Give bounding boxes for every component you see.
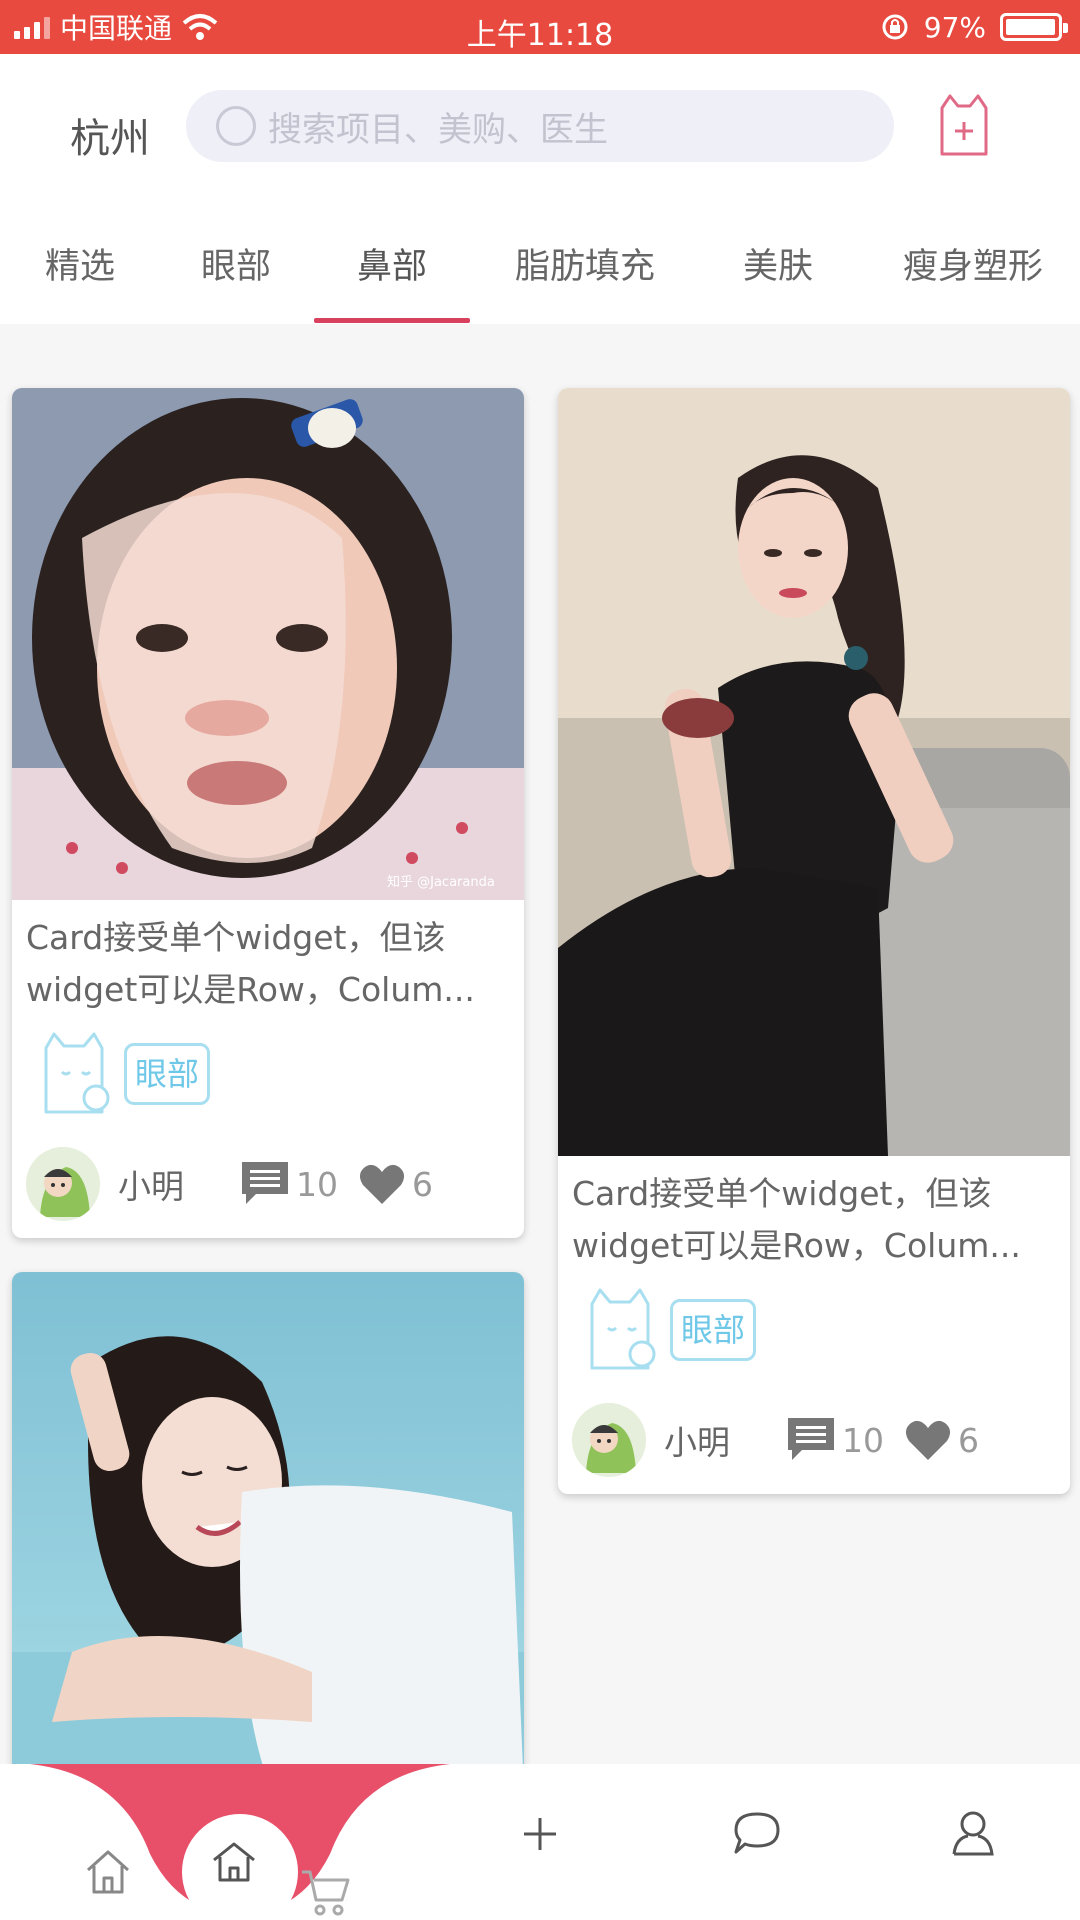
tab-jingxuan[interactable]: 精选 <box>42 238 118 318</box>
chat-icon[interactable] <box>732 1810 782 1856</box>
cat-mascot-icon <box>590 1288 656 1370</box>
like-count: 6 <box>412 1164 433 1204</box>
status-right: 97% <box>880 0 1068 54</box>
post-card[interactable]: Card接受单个widget，但该 widget可以是Row，Colum... … <box>558 388 1070 1494</box>
post-image <box>558 388 1070 1156</box>
post-title-line: widget可以是Row，Colum... <box>26 970 475 1009</box>
tag-badge[interactable]: 眼部 <box>124 1043 211 1105</box>
comment-icon[interactable] <box>786 1416 836 1464</box>
comment-count: 10 <box>296 1164 338 1204</box>
author-name[interactable]: 小明 <box>118 1160 184 1208</box>
category-tabs: 精选 眼部 鼻部 脂肪填充 美肤 瘦身塑形 <box>0 186 1080 287</box>
tab-fat-filling[interactable]: 脂肪填充 <box>510 238 660 318</box>
post-title: Card接受单个widget，但该 widget可以是Row，Colum... <box>26 912 504 1016</box>
orientation-lock-icon <box>882 14 908 40</box>
post-image <box>12 1272 524 1792</box>
image-watermark: 知乎 @Jacaranda <box>387 874 495 890</box>
tag-row: 眼部 <box>40 1032 211 1116</box>
battery-fill <box>1006 19 1055 35</box>
profile-icon[interactable] <box>950 1808 996 1858</box>
avatar[interactable] <box>572 1403 646 1477</box>
tag-row: 眼部 <box>586 1288 757 1372</box>
battery-icon <box>1000 13 1068 41</box>
avatar-image <box>26 1147 100 1221</box>
heart-icon[interactable] <box>358 1162 406 1206</box>
post-title-line: Card接受单个widget，但该 <box>572 1174 992 1213</box>
post-card[interactable]: 知乎 @Jacaranda Card接受单个widget，但该 widget可以… <box>12 388 524 1238</box>
active-tab-indicator <box>314 318 470 323</box>
search-bar[interactable]: 搜索项目、美购、医生 <box>186 90 894 162</box>
city-selector[interactable]: 杭州 <box>70 106 150 164</box>
tab-body-sculpt[interactable]: 瘦身塑形 <box>898 238 1048 318</box>
post-image: 知乎 @Jacaranda <box>12 388 524 900</box>
cat-add-icon[interactable] <box>938 94 990 160</box>
tab-nose[interactable]: 鼻部 <box>354 238 430 318</box>
post-title-line: Card接受单个widget，但该 <box>26 918 446 957</box>
tag-badge[interactable]: 眼部 <box>670 1299 757 1361</box>
search-placeholder: 搜索项目、美购、医生 <box>268 109 608 150</box>
avatar-image <box>572 1403 646 1477</box>
post-meta: 小明 10 6 <box>26 1144 514 1224</box>
comment-count: 10 <box>842 1420 884 1460</box>
tab-skin[interactable]: 美肤 <box>740 238 816 318</box>
status-bar: 中国联通 上午11:18 97% <box>0 0 1080 54</box>
like-count: 6 <box>958 1420 979 1460</box>
post-meta: 小明 10 6 <box>572 1400 1060 1480</box>
post-title-line: widget可以是Row，Colum... <box>572 1226 1021 1265</box>
post-card[interactable] <box>12 1272 524 1792</box>
comment-icon[interactable] <box>240 1160 290 1208</box>
search-icon <box>216 106 256 146</box>
battery-percent: 97% <box>923 10 986 44</box>
cart-icon[interactable] <box>300 1868 350 1916</box>
plus-icon[interactable] <box>520 1814 560 1854</box>
author-name[interactable]: 小明 <box>664 1416 730 1464</box>
bottom-nav <box>0 1764 1080 1920</box>
post-title: Card接受单个widget，但该 widget可以是Row，Colum... <box>572 1168 1050 1272</box>
cat-mascot-icon <box>44 1032 110 1114</box>
home-icon[interactable] <box>84 1848 132 1896</box>
tab-eye[interactable]: 眼部 <box>198 238 274 318</box>
home-active-icon[interactable] <box>210 1842 258 1882</box>
avatar[interactable] <box>26 1147 100 1221</box>
heart-icon[interactable] <box>904 1418 952 1462</box>
